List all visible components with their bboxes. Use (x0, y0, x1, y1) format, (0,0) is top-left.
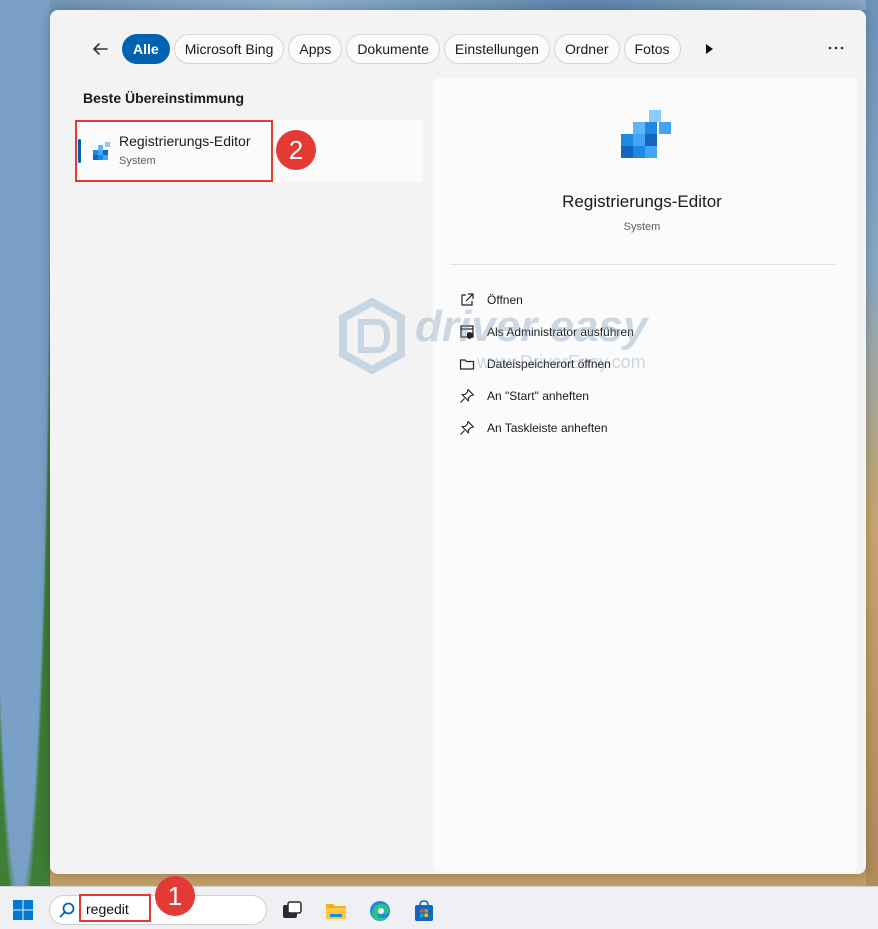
registry-editor-icon (621, 110, 671, 158)
back-button[interactable] (86, 35, 114, 63)
detail-subtitle: System (623, 221, 661, 233)
windows-start-icon[interactable] (12, 899, 34, 921)
action-label: An "Start" anheften (487, 389, 589, 403)
detail-title: Registrierungs-Editor (562, 192, 722, 211)
action-pin-to-taskbar[interactable]: An Taskleiste anheften (459, 412, 839, 444)
filter-chip-einstellungen[interactable]: Einstellungen (443, 34, 550, 64)
action-label: Als Administrator ausführen (487, 325, 634, 339)
ellipsis-icon (828, 46, 844, 50)
action-run-as-admin[interactable]: Als Administrator ausführen (459, 316, 839, 348)
annotation-highlight-box (75, 120, 273, 182)
search-panel: Alle Microsoft Bing Apps Dokumente Einst… (50, 10, 866, 874)
filter-chip-dokumente[interactable]: Dokumente (346, 34, 440, 64)
action-pin-to-start[interactable]: An "Start" anheften (459, 380, 839, 412)
play-right-icon (705, 44, 713, 54)
more-options-button[interactable] (824, 36, 848, 60)
arrow-left-icon (93, 43, 108, 55)
filter-chip-fotos[interactable]: Fotos (623, 34, 681, 64)
task-view-icon[interactable] (280, 899, 304, 923)
filter-bar: Alle Microsoft Bing Apps Dokumente Einst… (86, 33, 727, 65)
action-open-file-location[interactable]: Dateispeicherort öffnen (459, 348, 839, 380)
pin-icon (460, 388, 475, 403)
action-open[interactable]: Öffnen (459, 284, 839, 316)
best-match-heading: Beste Übereinstimmung (83, 90, 245, 106)
annotation-step-badge: 1 (155, 876, 195, 916)
wallpaper (866, 0, 878, 886)
annotation-highlight-box (79, 894, 151, 922)
file-explorer-icon[interactable] (324, 899, 348, 923)
action-list: Öffnen Als Administrator ausführen Datei… (459, 284, 839, 444)
open-external-icon (461, 293, 474, 306)
filter-chip-alle[interactable]: Alle (122, 34, 170, 64)
divider (450, 264, 836, 265)
microsoft-store-icon[interactable] (412, 899, 436, 923)
folder-icon (459, 359, 475, 370)
more-filters-button[interactable] (695, 35, 723, 63)
wallpaper (0, 0, 878, 10)
filter-chip-microsoft-bing[interactable]: Microsoft Bing (173, 34, 285, 64)
annotation-step-badge: 2 (276, 130, 316, 170)
edge-browser-icon[interactable] (368, 899, 392, 923)
wallpaper (0, 0, 50, 886)
pin-icon (460, 420, 475, 435)
search-icon (59, 902, 75, 918)
filter-chip-ordner[interactable]: Ordner (553, 34, 620, 64)
detail-pane: Registrierungs-Editor System Öffnen Als … (433, 78, 857, 872)
filter-chip-apps[interactable]: Apps (288, 34, 343, 64)
admin-shield-icon (460, 325, 474, 339)
action-label: An Taskleiste anheften (487, 421, 608, 435)
action-label: Öffnen (487, 293, 523, 307)
action-label: Dateispeicherort öffnen (487, 357, 611, 371)
